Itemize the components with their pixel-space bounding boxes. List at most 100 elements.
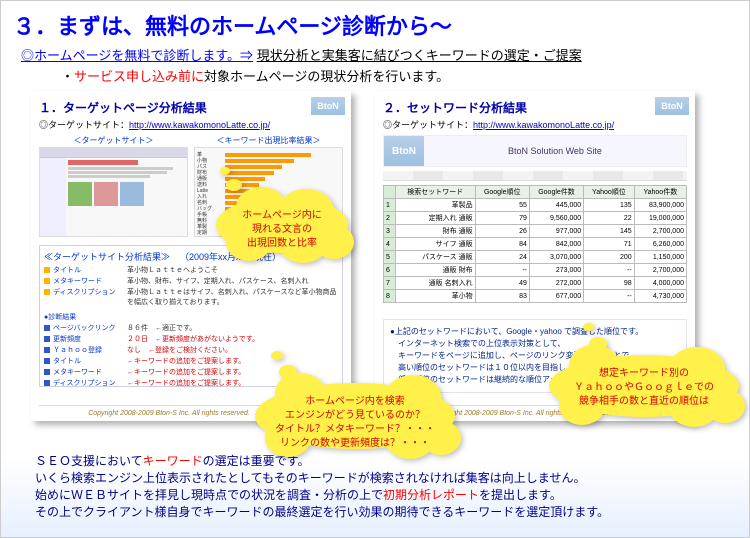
table-cell: 革小物	[396, 290, 476, 303]
result-row: タイトル革小物Ｌａｔｔｅへようこそ	[44, 266, 338, 276]
callout-competitor-rank: 想定キーワード別のＹａｈｏｏやＧｏｏｇｌｅでの競争相手の数と直近の順位は	[549, 355, 739, 417]
result-title: ≪ターゲットサイト分析結果≫	[44, 252, 170, 262]
bar-row: 送料	[197, 182, 340, 187]
panel1-site-label: ◎ターゲットサイト：	[39, 120, 129, 130]
table-row: 2定期入れ 通販799,560,0002219,000,000	[384, 212, 687, 225]
bt-l3b: を提出します。	[479, 488, 562, 502]
table-cell: 677,000	[529, 290, 583, 303]
table-cell: 通販 財布	[396, 264, 476, 277]
callout3-text: 想定キーワード別のＹａｈｏｏやＧｏｏｇｌｅでの競争相手の数と直近の順位は	[563, 367, 725, 409]
table-cell: 55	[475, 199, 529, 212]
table-cell: 842,000	[529, 238, 583, 251]
table-cell: 4,000,000	[634, 277, 686, 290]
table-cell: 通販 名刺入れ	[396, 277, 476, 290]
panel2-header-title: BtoN Solution Web Site	[424, 136, 686, 166]
table-cell: 273,000	[529, 264, 583, 277]
bullet: ・	[61, 69, 74, 84]
panel1-site-link[interactable]: http://www.kawakomonoLatte.co.jp/	[129, 120, 270, 130]
table-cell: 19,000,000	[634, 212, 686, 225]
table-cell: 2	[384, 212, 396, 225]
table-cell: 1	[384, 199, 396, 212]
table-row: 6通販 財布--273,000--2,700,000	[384, 264, 687, 277]
mini-right-label: ＜キーワード出現比率結果＞	[194, 135, 343, 146]
table-cell: 445,000	[529, 199, 583, 212]
table-cell: パスケース 通販	[396, 251, 476, 264]
bt-l2: いくら検索エンジン上位表示されたとしてもそのキーワードが検索されなければ集客は向…	[35, 470, 729, 487]
panel2-title: ２．セットワード分析結果	[383, 99, 687, 116]
subhead-right: 現状分析と実集客に結びつくキーワードの選定・ご提案	[257, 48, 582, 63]
table-cell: --	[584, 290, 635, 303]
target-site-thumbnail	[39, 147, 188, 237]
table-row: 1革製品55445,00013583,900,000	[384, 199, 687, 212]
table-cell: 6,260,000	[634, 238, 686, 251]
table-header: Google件数	[529, 186, 583, 199]
section-b-title: ●診断結果	[44, 313, 118, 323]
table-cell: 977,000	[529, 225, 583, 238]
table-cell: 7	[384, 277, 396, 290]
table-cell: 3	[384, 225, 396, 238]
table-cell: 9,560,000	[529, 212, 583, 225]
note-line: ●上記のセットワードにおいて、Google・yahoo で調査した順位です。	[390, 326, 680, 338]
result-row: ディスクリプション革小物Ｌａｔｔｅはサイフ、名刺入れ、パスケースなど革小物商品を…	[44, 288, 338, 308]
table-cell: 83	[475, 290, 529, 303]
bt-l3a: 始めにＷＥＢサイトを拝見し現時点での状況を調査・分析の上で	[35, 488, 383, 502]
table-cell: 革製品	[396, 199, 476, 212]
table-cell: 2,700,000	[634, 225, 686, 238]
subhead2-rest: 対象ホームページの現状分析を行います。	[204, 69, 449, 84]
table-row: 8革小物83677,000--4,730,000	[384, 290, 687, 303]
table-cell: 200	[584, 251, 635, 264]
table-cell: 98	[584, 277, 635, 290]
table-cell: 定期入れ 通販	[396, 212, 476, 225]
analysis-result-box: ≪ターゲットサイト分析結果≫ （2009年xx月xx日現在） タイトル革小物Ｌａ…	[39, 245, 343, 387]
setword-table: 検索セットワードGoogle順位Google件数Yahoo順位Yahoo件数 1…	[383, 185, 687, 303]
bt-l1a: ＳＥＯ支援において	[35, 454, 143, 468]
note-line: インターネット検索での上位表示対策として、	[390, 338, 680, 350]
panel2-header-band: BtoN BtoN Solution Web Site	[383, 135, 687, 167]
panel2-site-label: ◎ターゲットサイト：	[383, 120, 473, 130]
sub-heading: ◎ホームページを無料で診断します。⇒ 現状分析と実集客に結びつくキーワードの選定…	[1, 45, 749, 66]
table-header: 検索セットワード	[396, 186, 476, 199]
nav-strip	[383, 171, 687, 181]
table-cell: --	[475, 264, 529, 277]
table-header: Yahoo順位	[584, 186, 635, 199]
subhead-left: ◎ホームページを無料で診断します。⇒	[21, 48, 253, 63]
page-heading: ３．まずは、無料のホームページ診断から～	[1, 1, 749, 45]
bton-logo-icon: BtoN	[384, 136, 424, 166]
diag-row: ページバックリンク８６件 ←適正です。	[44, 324, 338, 334]
diag-row: タイトル←キーワードの追加をご提案します。	[44, 357, 338, 367]
table-cell: 79	[475, 212, 529, 225]
table-cell: 145	[584, 225, 635, 238]
table-row: 5パスケース 通販243,070,0002001,150,000	[384, 251, 687, 264]
table-cell: 4,730,000	[634, 290, 686, 303]
callout1-text: ホームページ内に現れる文言の出現回数と比率	[230, 209, 334, 251]
bt-l1r: キーワード	[143, 454, 203, 468]
bottom-paragraph: ＳＥＯ支援においてキーワードの選定は重要です。 いくら検索エンジン上位表示された…	[35, 453, 729, 521]
table-cell: --	[584, 264, 635, 277]
table-cell: 1,150,000	[634, 251, 686, 264]
table-cell: 135	[584, 199, 635, 212]
bt-l3r: 初期分析レポート	[383, 488, 479, 502]
table-cell: サイフ 通販	[396, 238, 476, 251]
bt-l4: その上でクライアント様自身でキーワードの最終選定を行い効果の期待できるキーワード…	[35, 504, 729, 521]
table-row: 4サイフ 通販84842,000716,260,000	[384, 238, 687, 251]
panel2-site-link[interactable]: http://www.kawakomonoLatte.co.jp/	[473, 120, 614, 130]
callout2-text: ホームページ内を検索エンジンがどう見ているのか？タイトル？メタキーワード？・・・…	[269, 395, 441, 451]
bton-logo-icon: BtoN	[311, 97, 345, 115]
table-cell: 49	[475, 277, 529, 290]
table-cell: 6	[384, 264, 396, 277]
table-header	[384, 186, 396, 199]
table-cell: 24	[475, 251, 529, 264]
table-cell: 財布 通販	[396, 225, 476, 238]
mini-left-label: ＜ターゲットサイト＞	[39, 135, 188, 146]
table-cell: 5	[384, 251, 396, 264]
bton-logo-icon: BtoN	[655, 97, 689, 115]
table-cell: 26	[475, 225, 529, 238]
subhead2-red: サービス申し込み前に	[74, 69, 204, 84]
table-header: Google順位	[475, 186, 529, 199]
table-cell: 272,000	[529, 277, 583, 290]
panel2-site: ◎ターゲットサイト：http://www.kawakomonoLatte.co.…	[383, 118, 687, 131]
table-cell: 3,070,000	[529, 251, 583, 264]
callout-search-engine-view: ホームページ内を検索エンジンがどう見ているのか？タイトル？メタキーワード？・・・…	[255, 383, 455, 449]
table-cell: 8	[384, 290, 396, 303]
table-cell: 4	[384, 238, 396, 251]
